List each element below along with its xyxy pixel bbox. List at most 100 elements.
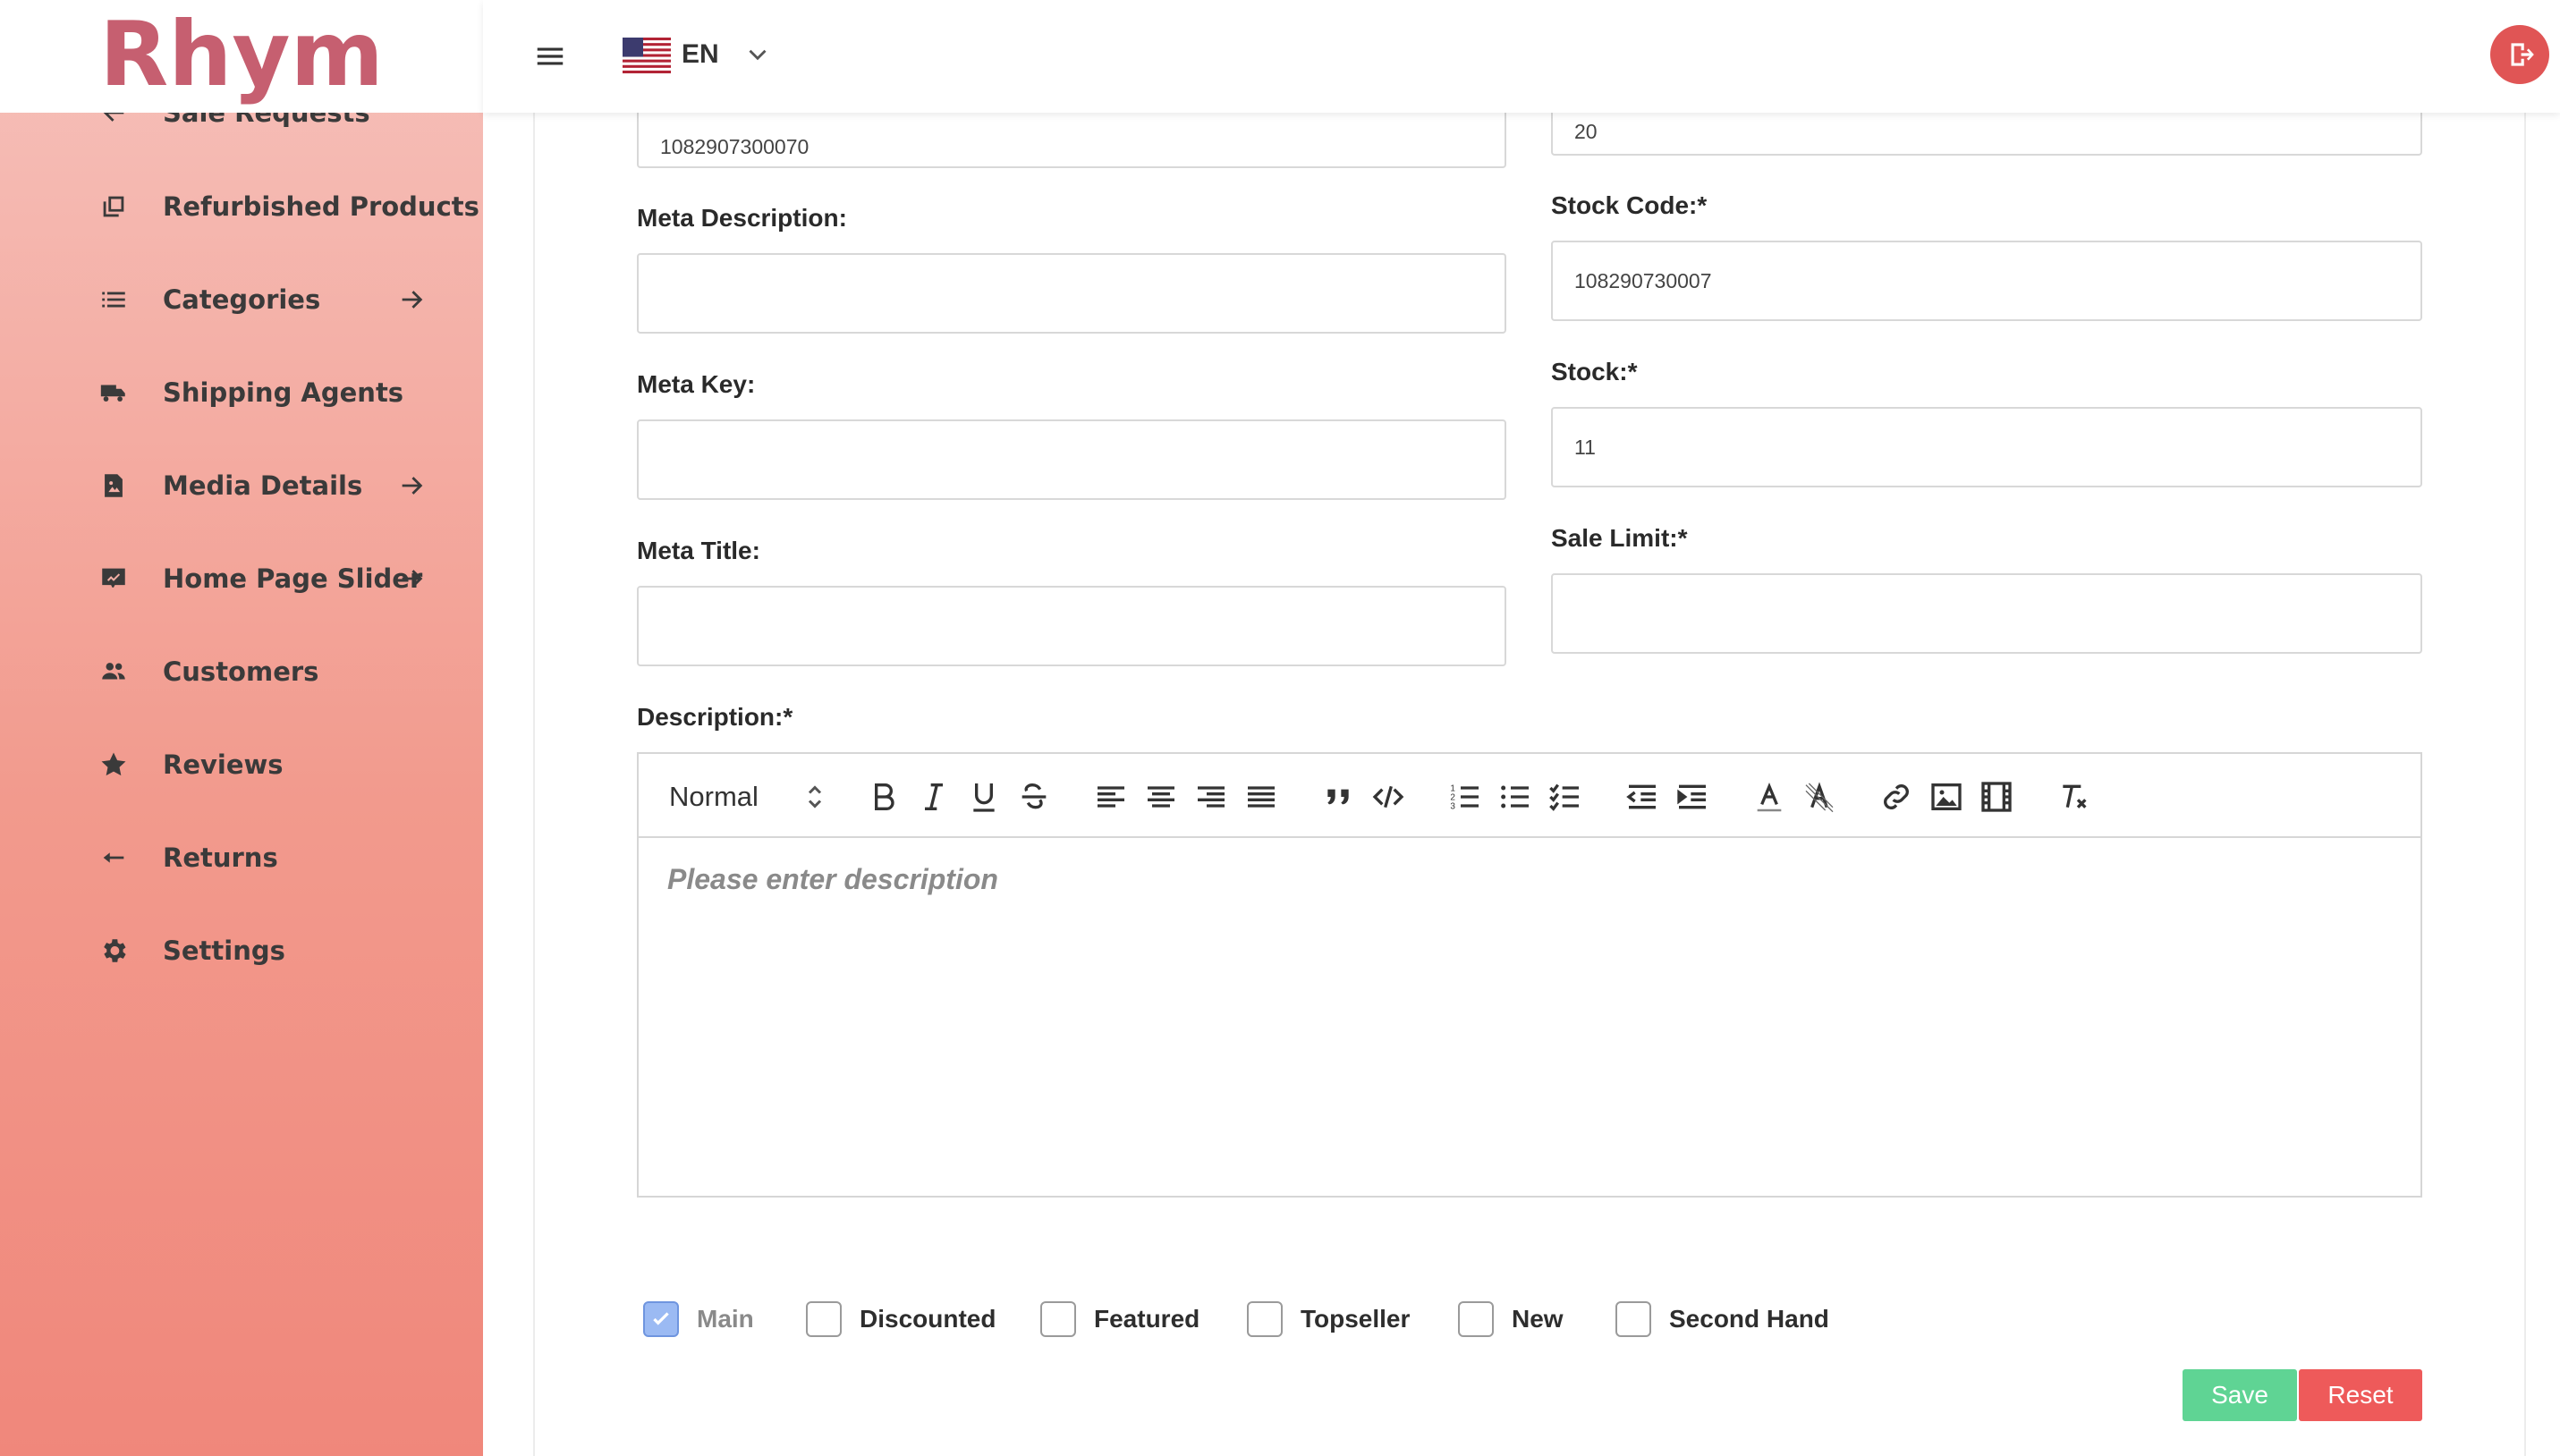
checkbox-unchecked[interactable] bbox=[1247, 1301, 1283, 1337]
checkbox-checked[interactable] bbox=[643, 1301, 679, 1337]
checkbox-label: Topseller bbox=[1301, 1305, 1411, 1333]
sidebar-item-shipping-agents[interactable]: Shipping Agents bbox=[0, 357, 483, 428]
underline-icon[interactable] bbox=[964, 777, 1004, 817]
checkbox-label: Discounted bbox=[860, 1305, 996, 1333]
sale-limit-field[interactable] bbox=[1551, 573, 2422, 654]
bullet-list-icon[interactable] bbox=[1496, 777, 1535, 817]
sidebar-item-media-details[interactable]: Media Details bbox=[0, 450, 483, 521]
sidebar-item-label: Refurbished Products bbox=[163, 191, 479, 222]
list-icon bbox=[98, 284, 129, 315]
video-icon[interactable] bbox=[1977, 777, 2016, 817]
sidebar-item-returns[interactable]: Returns bbox=[0, 822, 483, 893]
sidebar-item-customers[interactable]: Customers bbox=[0, 636, 483, 707]
logo-text: Rhym bbox=[99, 1, 384, 106]
link-icon[interactable] bbox=[1877, 777, 1916, 817]
sidebar-item-home-page-slider[interactable]: Home Page Slider bbox=[0, 543, 483, 614]
featured-checkbox[interactable]: Featured bbox=[1040, 1300, 1199, 1338]
star-icon bbox=[98, 749, 129, 780]
code-block-icon[interactable] bbox=[1369, 777, 1408, 817]
sidebar-item-refurbished-products[interactable]: Refurbished Products bbox=[0, 171, 483, 242]
image-icon[interactable] bbox=[1927, 777, 1966, 817]
meta-title-label: Meta Title: bbox=[637, 537, 760, 564]
copy-icon bbox=[98, 191, 129, 222]
sidebar-item-label: Home Page Slider bbox=[163, 563, 423, 594]
checkbox-unchecked[interactable] bbox=[1040, 1301, 1076, 1337]
clear-formatting-icon[interactable] bbox=[2054, 777, 2093, 817]
return-icon bbox=[98, 842, 129, 873]
discounted-checkbox[interactable]: Discounted bbox=[806, 1300, 996, 1338]
us-flag-icon[interactable] bbox=[623, 38, 671, 73]
align-center-icon[interactable] bbox=[1141, 777, 1181, 817]
sidebar-item-label: Settings bbox=[163, 935, 285, 966]
slideshow-icon bbox=[98, 563, 129, 594]
description-editor: Normal 1 2 3 Please enter description bbox=[637, 752, 2422, 1198]
checkbox-unchecked[interactable] bbox=[1615, 1301, 1651, 1337]
checkbox-label: Second Hand bbox=[1669, 1305, 1829, 1333]
select-arrows-icon[interactable] bbox=[801, 781, 828, 813]
logout-button[interactable] bbox=[2490, 25, 2549, 84]
editor-toolbar: Normal 1 2 3 bbox=[639, 754, 2420, 838]
checkbox-unchecked[interactable] bbox=[806, 1301, 842, 1337]
align-right-icon[interactable] bbox=[1191, 777, 1231, 817]
description-label: Description:* bbox=[637, 703, 793, 731]
meta-description-label: Meta Description: bbox=[637, 204, 847, 232]
arrow-right-icon bbox=[397, 563, 428, 594]
main-checkbox[interactable]: Main bbox=[643, 1300, 754, 1338]
checkbox-label: Main bbox=[697, 1305, 754, 1333]
text-color-icon[interactable] bbox=[1750, 777, 1789, 817]
image-file-icon bbox=[98, 470, 129, 501]
meta-key-label: Meta Key: bbox=[637, 370, 756, 398]
sidebar-item-reviews[interactable]: Reviews bbox=[0, 729, 483, 800]
chevron-down-icon[interactable] bbox=[742, 39, 773, 70]
topseller-checkbox[interactable]: Topseller bbox=[1247, 1300, 1410, 1338]
sidebar-item-categories[interactable]: Categories bbox=[0, 264, 483, 335]
align-justify-icon[interactable] bbox=[1242, 777, 1281, 817]
strikethrough-icon[interactable] bbox=[1014, 777, 1054, 817]
indent-icon[interactable] bbox=[1673, 777, 1712, 817]
header-format-select[interactable]: Normal bbox=[669, 779, 759, 815]
stock-code-label: Stock Code:* bbox=[1551, 191, 1708, 219]
meta-description-field[interactable] bbox=[637, 253, 1506, 334]
sidebar-item-label: Returns bbox=[163, 842, 278, 873]
sidebar-item-label: Media Details bbox=[163, 470, 363, 501]
people-icon bbox=[98, 656, 129, 687]
gear-icon bbox=[98, 935, 129, 966]
reset-button[interactable]: Reset bbox=[2299, 1369, 2422, 1421]
top-bar: EN bbox=[483, 0, 2560, 113]
ordered-list-icon[interactable]: 123 bbox=[1445, 777, 1485, 817]
check-icon bbox=[653, 1312, 669, 1325]
hamburger-menu-icon[interactable] bbox=[533, 39, 567, 73]
stock-code-field[interactable]: 108290730007 bbox=[1551, 241, 2422, 321]
checkbox-unchecked[interactable] bbox=[1458, 1301, 1494, 1337]
description-textarea[interactable]: Please enter description bbox=[639, 840, 2420, 1198]
logout-icon bbox=[2511, 43, 2534, 66]
arrow-right-icon bbox=[397, 284, 428, 315]
checkbox-label: Featured bbox=[1094, 1305, 1200, 1333]
second-hand-checkbox[interactable]: Second Hand bbox=[1615, 1300, 1829, 1338]
sidebar: Sale Requests Refurbished Products Categ… bbox=[0, 0, 483, 1456]
svg-text:3: 3 bbox=[1450, 801, 1455, 811]
save-button[interactable]: Save bbox=[2183, 1369, 2297, 1421]
sidebar-item-label: Categories bbox=[163, 284, 321, 315]
background-color-icon[interactable] bbox=[1800, 777, 1839, 817]
meta-key-field[interactable] bbox=[637, 419, 1506, 500]
sidebar-item-label: Reviews bbox=[163, 749, 284, 780]
truck-icon bbox=[98, 377, 129, 408]
arrow-right-icon bbox=[397, 470, 428, 501]
bold-icon[interactable] bbox=[864, 777, 903, 817]
sidebar-item-label: Shipping Agents bbox=[163, 377, 404, 408]
blockquote-icon[interactable] bbox=[1318, 777, 1358, 817]
italic-icon[interactable] bbox=[914, 777, 954, 817]
outdent-icon[interactable] bbox=[1623, 777, 1662, 817]
stock-field[interactable]: 11 bbox=[1551, 407, 2422, 487]
logo[interactable]: Rhym bbox=[0, 0, 483, 113]
checklist-icon[interactable] bbox=[1546, 777, 1585, 817]
new-checkbox[interactable]: New bbox=[1458, 1300, 1564, 1338]
align-left-icon[interactable] bbox=[1091, 777, 1131, 817]
checkbox-label: New bbox=[1512, 1305, 1564, 1333]
sale-limit-label: Sale Limit:* bbox=[1551, 524, 1688, 552]
stock-label: Stock:* bbox=[1551, 358, 1638, 385]
meta-title-field[interactable] bbox=[637, 586, 1506, 666]
sidebar-item-settings[interactable]: Settings bbox=[0, 915, 483, 986]
language-label[interactable]: EN bbox=[682, 39, 719, 70]
